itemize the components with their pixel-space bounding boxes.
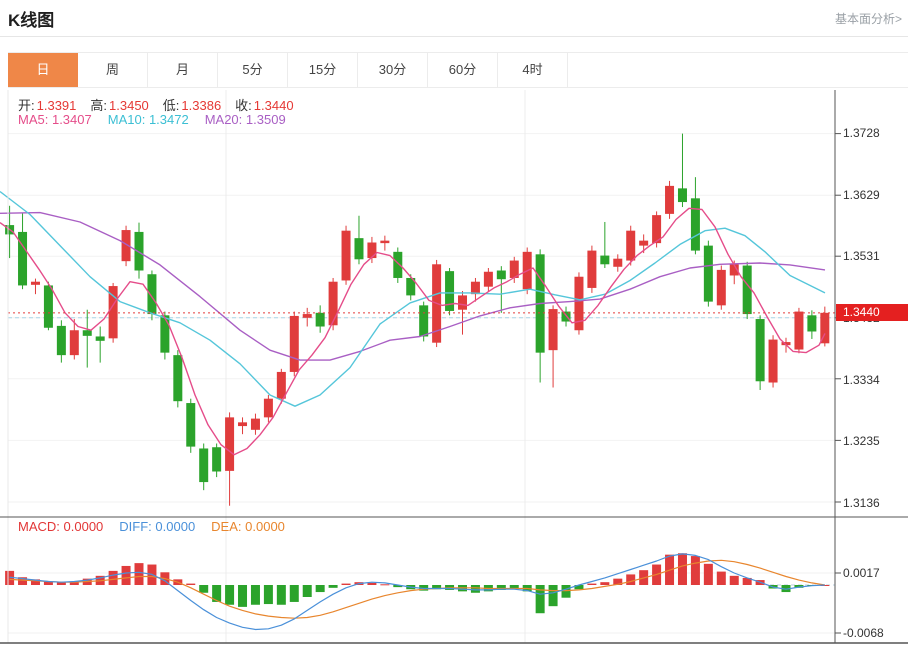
price-tick-1: 1.3629 xyxy=(843,188,880,202)
ma20-readout: MA20: 1.3509 xyxy=(205,112,286,127)
ma-readout: MA5: 1.3407 MA10: 1.3472 MA20: 1.3509 xyxy=(18,112,286,127)
tab-week[interactable]: 周 xyxy=(78,53,148,87)
dea-line xyxy=(10,560,825,618)
tab-30min[interactable]: 30分 xyxy=(358,53,428,87)
price-tick-2: 1.3531 xyxy=(843,249,880,263)
diff-value-readout: DIFF: 0.0000 xyxy=(119,519,195,534)
price-tick-5: 1.3235 xyxy=(843,434,880,448)
diff-line xyxy=(10,554,825,630)
grid-layer xyxy=(8,90,835,643)
current-price-tag: 1.3440 xyxy=(836,304,908,321)
macd-histogram xyxy=(5,553,829,613)
dea-value-readout: DEA: 0.0000 xyxy=(211,519,285,534)
tab-60min[interactable]: 60分 xyxy=(428,53,498,87)
tab-day[interactable]: 日 xyxy=(8,53,78,87)
tab-4hour[interactable]: 4时 xyxy=(498,53,568,87)
tab-5min[interactable]: 5分 xyxy=(218,53,288,87)
macd-readout: MACD: 0.0000 DIFF: 0.0000 DEA: 0.0000 xyxy=(18,519,285,534)
tab-month[interactable]: 月 xyxy=(148,53,218,87)
ma10-line xyxy=(0,192,825,407)
macd-tick-0: 0.0017 xyxy=(843,566,880,580)
period-tabs: 日 周 月 5分 15分 30分 60分 4时 xyxy=(8,52,908,88)
tab-15min[interactable]: 15分 xyxy=(288,53,358,87)
candlestick-series xyxy=(5,134,829,506)
tab-filler xyxy=(568,53,908,87)
price-tick-6: 1.3136 xyxy=(843,496,880,510)
kline-page: K线图 基本面分析> 日 周 月 5分 15分 30分 60分 4时 开:1.3… xyxy=(0,0,908,646)
ma5-readout: MA5: 1.3407 xyxy=(18,112,92,127)
price-tick-4: 1.3334 xyxy=(843,373,880,387)
macd-value-readout: MACD: 0.0000 xyxy=(18,519,103,534)
price-tick-0: 1.3728 xyxy=(843,126,880,140)
macd-tick-1: -0.0068 xyxy=(843,626,884,640)
ma10-readout: MA10: 1.3472 xyxy=(108,112,189,127)
